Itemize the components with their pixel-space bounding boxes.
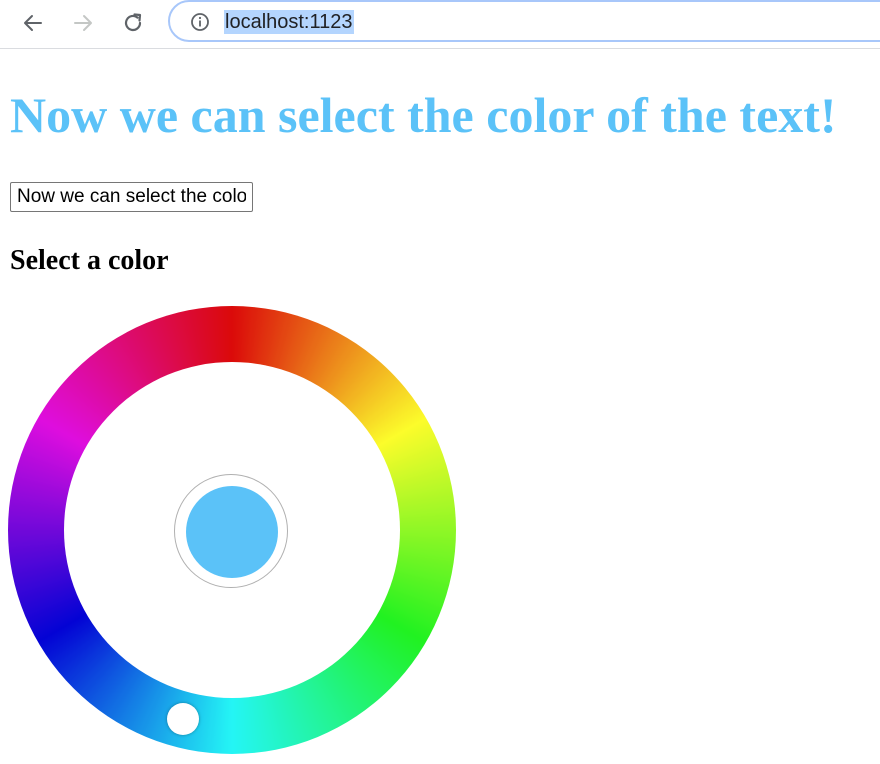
browser-toolbar: localhost:1123 [0,0,880,49]
page-title: Now we can select the color of the text! [10,87,837,143]
text-input[interactable] [10,182,253,212]
selected-color-swatch [186,486,278,578]
reload-button[interactable] [116,6,150,40]
reload-icon [124,13,142,32]
info-icon[interactable] [190,12,210,32]
arrow-right-icon [74,15,92,31]
forward-button[interactable] [66,6,100,40]
address-bar[interactable]: localhost:1123 [168,0,880,42]
url-text[interactable]: localhost:1123 [224,10,354,34]
back-button[interactable] [16,6,50,40]
color-wheel-handle[interactable] [167,703,199,735]
section-heading: Select a color [10,245,169,276]
arrow-left-icon [24,15,42,31]
